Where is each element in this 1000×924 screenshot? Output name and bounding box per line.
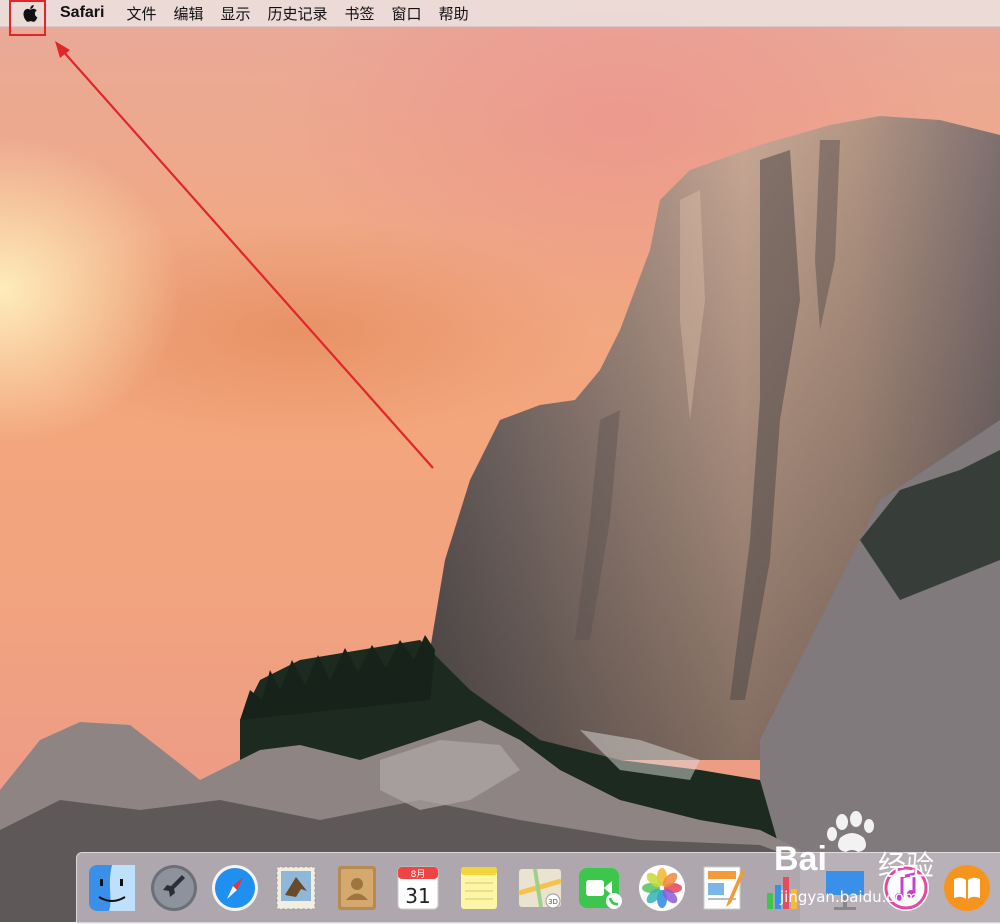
facetime-icon[interactable] xyxy=(576,863,626,913)
menu-bookmarks[interactable]: 书签 xyxy=(345,3,375,24)
baidu-jingyan-watermark: Bai 经验 jingyan.baidu.com xyxy=(770,810,1000,922)
calendar-month: 8月 xyxy=(411,869,426,880)
calendar-day: 31 xyxy=(405,884,430,908)
mail-icon[interactable] xyxy=(271,863,321,913)
watermark-url: jingyan.baidu.com xyxy=(780,888,919,906)
finder-icon[interactable] xyxy=(87,863,137,913)
notes-icon[interactable] xyxy=(454,863,504,913)
maps-icon[interactable]: 3D xyxy=(515,863,565,913)
menu-window[interactable]: 窗口 xyxy=(392,3,422,24)
menu-bar: Safari 文件 编辑 显示 历史记录 书签 窗口 帮助 xyxy=(0,0,1000,27)
menu-help[interactable]: 帮助 xyxy=(439,3,469,24)
menu-edit[interactable]: 编辑 xyxy=(173,3,203,24)
menu-history[interactable]: 历史记录 xyxy=(268,3,328,24)
safari-icon[interactable] xyxy=(210,863,260,913)
menu-safari[interactable]: Safari xyxy=(60,4,104,22)
menu-file[interactable]: 文件 xyxy=(126,3,156,24)
pages-icon[interactable] xyxy=(698,863,748,913)
apple-menu-highlight-box xyxy=(9,0,46,36)
watermark-brand-suffix: 经验 xyxy=(878,849,935,882)
svg-text:3D: 3D xyxy=(548,898,558,906)
contacts-icon[interactable] xyxy=(332,863,382,913)
launchpad-icon[interactable] xyxy=(149,863,199,913)
menu-view[interactable]: 显示 xyxy=(221,3,251,24)
annotation-arrow xyxy=(55,41,434,469)
photos-icon[interactable] xyxy=(637,863,687,913)
watermark-brand: Bai xyxy=(774,840,827,878)
calendar-icon[interactable]: 8月 31 xyxy=(393,863,443,913)
wallpaper-mountain-scene xyxy=(0,41,1000,922)
